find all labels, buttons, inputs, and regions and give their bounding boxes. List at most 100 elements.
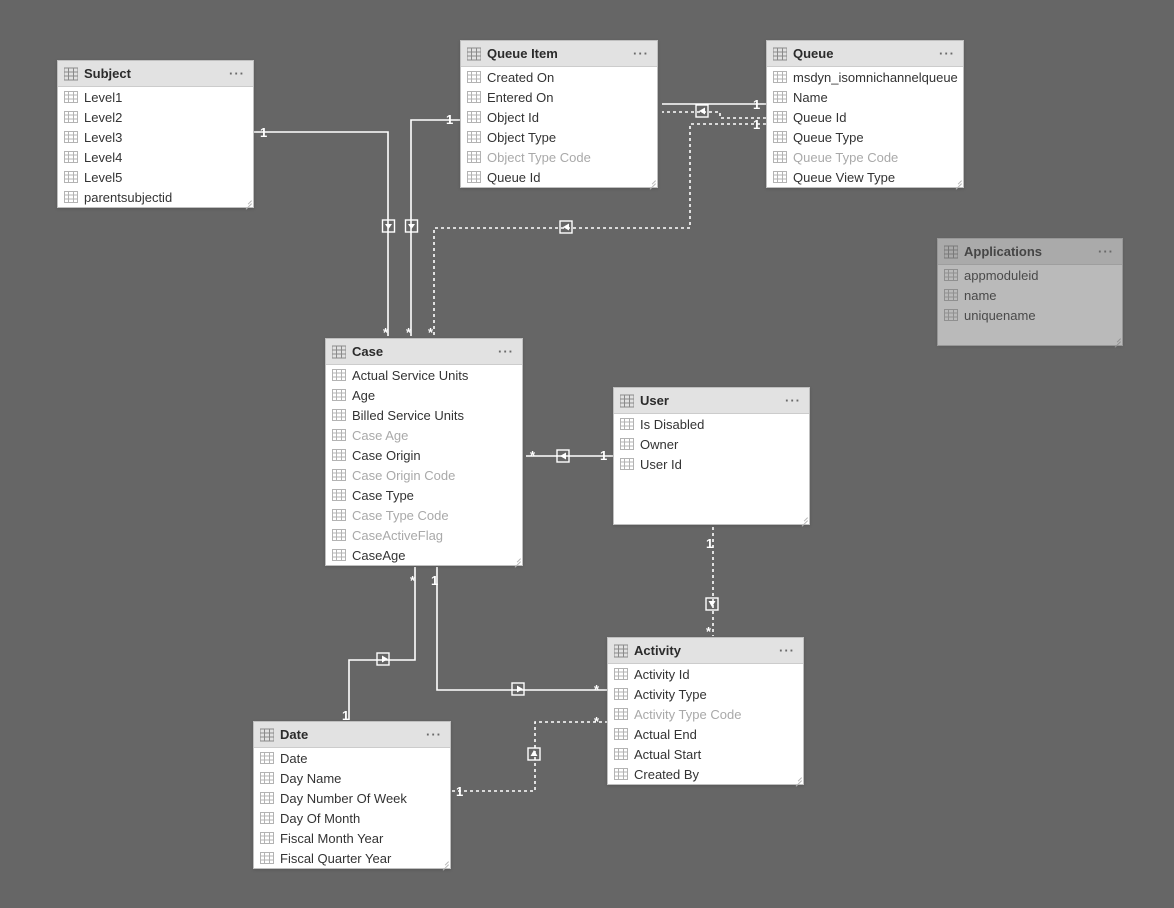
field-label: Name: [793, 90, 828, 105]
field-row[interactable]: Level2: [58, 107, 253, 127]
table-icon: [332, 345, 346, 359]
resize-handle[interactable]: [952, 176, 962, 186]
field-row[interactable]: Level3: [58, 127, 253, 147]
entity-applications[interactable]: Applications ··· appmoduleid name unique…: [937, 238, 1123, 346]
column-icon: [332, 429, 346, 441]
entity-date[interactable]: Date ··· Date Day Name Day Number Of Wee…: [253, 721, 451, 869]
field-row[interactable]: Level4: [58, 147, 253, 167]
field-label: Age: [352, 388, 375, 403]
entity-subject[interactable]: Subject ··· Level1 Level2 Level3 Level4 …: [57, 60, 254, 208]
resize-handle[interactable]: [646, 176, 656, 186]
more-button[interactable]: ···: [424, 727, 444, 742]
field-row[interactable]: Created On: [461, 67, 657, 87]
entity-queue[interactable]: Queue ··· msdyn_isomnichannelqueue Name …: [766, 40, 964, 188]
entity-header[interactable]: Case ···: [326, 339, 522, 365]
entity-queue-item[interactable]: Queue Item ··· Created On Entered On Obj…: [460, 40, 658, 188]
field-row[interactable]: Fiscal Month Year: [254, 828, 450, 848]
column-icon: [64, 111, 78, 123]
entity-activity[interactable]: Activity ··· Activity Id Activity Type A…: [607, 637, 804, 785]
field-row[interactable]: Level1: [58, 87, 253, 107]
more-button[interactable]: ···: [496, 344, 516, 359]
cardinality-label: 1: [431, 573, 438, 588]
more-button[interactable]: ···: [783, 393, 803, 408]
field-row[interactable]: Is Disabled: [614, 414, 809, 434]
entity-title: Queue: [793, 46, 937, 61]
field-row[interactable]: Object Type Code: [461, 147, 657, 167]
field-row[interactable]: Queue Type Code: [767, 147, 963, 167]
field-row[interactable]: Activity Type Code: [608, 704, 803, 724]
field-label: Actual Start: [634, 747, 701, 762]
field-row[interactable]: Entered On: [461, 87, 657, 107]
entity-header[interactable]: Subject ···: [58, 61, 253, 87]
more-button[interactable]: ···: [937, 46, 957, 61]
field-row[interactable]: Queue Type: [767, 127, 963, 147]
field-row[interactable]: Actual Service Units: [326, 365, 522, 385]
field-label: Owner: [640, 437, 678, 452]
field-row[interactable]: Queue Id: [767, 107, 963, 127]
field-row[interactable]: Case Origin Code: [326, 465, 522, 485]
field-row[interactable]: appmoduleid: [938, 265, 1122, 285]
field-row[interactable]: Case Type Code: [326, 505, 522, 525]
more-button[interactable]: ···: [227, 66, 247, 81]
resize-handle[interactable]: [1111, 334, 1121, 344]
field-row[interactable]: Actual Start: [608, 744, 803, 764]
field-row[interactable]: name: [938, 285, 1122, 305]
field-row[interactable]: Day Name: [254, 768, 450, 788]
more-button[interactable]: ···: [777, 643, 797, 658]
entity-header[interactable]: Applications ···: [938, 239, 1122, 265]
field-row[interactable]: Case Type: [326, 485, 522, 505]
entity-body[interactable]: Actual Service Units Age Billed Service …: [326, 365, 522, 565]
more-button[interactable]: ···: [1096, 244, 1116, 259]
field-row[interactable]: Fiscal Quarter Year: [254, 848, 450, 868]
field-row[interactable]: Queue View Type: [767, 167, 963, 187]
field-row[interactable]: CaseActiveFlag: [326, 525, 522, 545]
field-row[interactable]: Queue Id: [461, 167, 657, 187]
field-row[interactable]: Case Age: [326, 425, 522, 445]
field-row[interactable]: uniquename: [938, 305, 1122, 325]
entity-body[interactable]: Date Day Name Day Number Of Week Day Of …: [254, 748, 450, 868]
entity-body[interactable]: appmoduleid name uniquename: [938, 265, 1122, 345]
field-label: Case Type: [352, 488, 414, 503]
field-row[interactable]: Date: [254, 748, 450, 768]
field-row[interactable]: User Id: [614, 454, 809, 474]
field-row[interactable]: Created By: [608, 764, 803, 784]
resize-handle[interactable]: [792, 773, 802, 783]
field-row[interactable]: Day Number Of Week: [254, 788, 450, 808]
entity-body[interactable]: Created On Entered On Object Id Object T…: [461, 67, 657, 187]
resize-handle[interactable]: [511, 554, 521, 564]
entity-title: Applications: [964, 244, 1096, 259]
entity-body[interactable]: Level1 Level2 Level3 Level4 Level5 paren…: [58, 87, 253, 207]
entity-header[interactable]: Queue Item ···: [461, 41, 657, 67]
field-row[interactable]: Actual End: [608, 724, 803, 744]
column-icon: [773, 71, 787, 83]
field-row[interactable]: Object Id: [461, 107, 657, 127]
field-row[interactable]: Case Origin: [326, 445, 522, 465]
field-row[interactable]: Day Of Month: [254, 808, 450, 828]
field-row[interactable]: parentsubjectid: [58, 187, 253, 207]
resize-handle[interactable]: [242, 196, 252, 206]
resize-handle[interactable]: [439, 857, 449, 867]
field-row[interactable]: Activity Type: [608, 684, 803, 704]
field-row[interactable]: Billed Service Units: [326, 405, 522, 425]
field-row[interactable]: Activity Id: [608, 664, 803, 684]
field-row[interactable]: Object Type: [461, 127, 657, 147]
entity-header[interactable]: Date ···: [254, 722, 450, 748]
entity-header[interactable]: Activity ···: [608, 638, 803, 664]
entity-case[interactable]: Case ··· Actual Service Units Age Billed…: [325, 338, 523, 566]
cardinality-label: 1: [753, 117, 760, 132]
resize-handle[interactable]: [798, 513, 808, 523]
entity-user[interactable]: User ··· Is Disabled Owner User Id: [613, 387, 810, 525]
entity-body[interactable]: msdyn_isomnichannelqueue Name Queue Id Q…: [767, 67, 963, 187]
field-row[interactable]: msdyn_isomnichannelqueue: [767, 67, 963, 87]
field-label: Actual End: [634, 727, 697, 742]
field-row[interactable]: Owner: [614, 434, 809, 454]
entity-body[interactable]: Activity Id Activity Type Activity Type …: [608, 664, 803, 784]
more-button[interactable]: ···: [631, 46, 651, 61]
field-row[interactable]: Level5: [58, 167, 253, 187]
entity-body[interactable]: Is Disabled Owner User Id: [614, 414, 809, 524]
field-row[interactable]: Age: [326, 385, 522, 405]
entity-header[interactable]: Queue ···: [767, 41, 963, 67]
field-row[interactable]: Name: [767, 87, 963, 107]
field-row[interactable]: CaseAge: [326, 545, 522, 565]
entity-header[interactable]: User ···: [614, 388, 809, 414]
